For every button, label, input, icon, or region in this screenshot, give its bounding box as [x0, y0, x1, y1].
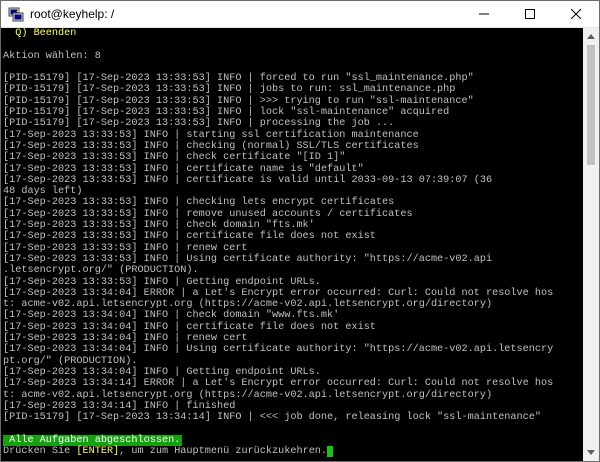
vertical-scrollbar[interactable]: [583, 28, 599, 461]
log-line: [17-Sep-2023 13:34:14] ERROR | a Let's E…: [3, 378, 583, 389]
log-line: [17-Sep-2023 13:33:53] INFO | check doma…: [3, 220, 583, 231]
log-line: [PID-15179] [17-Sep-2023 13:33:53] INFO …: [3, 107, 583, 118]
terminal-output[interactable]: Q) Beenden Aktion wählen: 8 [PID-15179] …: [1, 28, 583, 461]
log-line: [17-Sep-2023 13:33:53] INFO | renew cert: [3, 243, 583, 254]
log-line: [17-Sep-2023 13:34:14] INFO | finished: [3, 401, 583, 412]
footer-suffix: , um zum Hauptmenü zurückzukehren.: [119, 446, 327, 457]
menu-option-quit: Q) Beenden: [3, 28, 583, 39]
scroll-up-button[interactable]: [583, 28, 599, 45]
log-line: [17-Sep-2023 13:34:04] INFO | renew cert: [3, 333, 583, 344]
blank-line: [3, 62, 583, 73]
log-line: [17-Sep-2023 13:34:04] INFO | check doma…: [3, 310, 583, 321]
log-line: [17-Sep-2023 13:34:04] INFO | certificat…: [3, 322, 583, 333]
chevron-up-icon: [587, 34, 595, 39]
status-line: Alle Aufgaben abgeschlossen.: [3, 435, 583, 446]
scroll-thumb[interactable]: [587, 45, 595, 165]
log-line: [PID-15179] [17-Sep-2023 13:33:53] INFO …: [3, 84, 583, 95]
log-line: [17-Sep-2023 13:34:04] INFO | Getting en…: [3, 367, 583, 378]
log-line: [17-Sep-2023 13:33:53] INFO | check cert…: [3, 152, 583, 163]
action-prompt: Aktion wählen: 8: [3, 51, 583, 62]
log-line: .letsencrypt.org/" (PRODUCTION).: [3, 265, 583, 276]
log-line: [17-Sep-2023 13:33:53] INFO | remove unu…: [3, 209, 583, 220]
log-line: [17-Sep-2023 13:33:53] INFO | certificat…: [3, 175, 583, 186]
log-output: [PID-15179] [17-Sep-2023 13:33:53] INFO …: [3, 73, 583, 423]
minimize-button[interactable]: [461, 1, 507, 27]
log-line: [17-Sep-2023 13:33:53] INFO | checking (…: [3, 141, 583, 152]
log-line: pt.org/" (PRODUCTION).: [3, 356, 583, 367]
log-line: 48 days left): [3, 186, 583, 197]
log-line: [17-Sep-2023 13:33:53] INFO | Getting en…: [3, 277, 583, 288]
log-line: t: acme-v02.api.letsencrypt.org (https:/…: [3, 299, 583, 310]
text-cursor: [327, 446, 333, 457]
log-line: [17-Sep-2023 13:33:53] INFO | Using cert…: [3, 254, 583, 265]
log-line: [17-Sep-2023 13:34:04] INFO | Using cert…: [3, 344, 583, 355]
footer-prefix: Drücken Sie: [3, 446, 76, 457]
close-icon: [571, 9, 581, 19]
log-line: [17-Sep-2023 13:33:53] INFO | checking l…: [3, 197, 583, 208]
log-line: [PID-15179] [17-Sep-2023 13:33:53] INFO …: [3, 118, 583, 129]
maximize-button[interactable]: [507, 1, 553, 27]
window-title: root@keyhelp: /: [30, 7, 114, 21]
terminal-window: root@keyhelp: / Q) Beenden: [0, 0, 600, 462]
title-bar[interactable]: root@keyhelp: /: [1, 1, 599, 28]
blank-line: [3, 39, 583, 50]
close-button[interactable]: [553, 1, 599, 27]
scroll-down-button[interactable]: [583, 444, 599, 461]
log-line: t: acme-v02.api.letsencrypt.org (https:/…: [3, 390, 583, 401]
chevron-down-icon: [587, 450, 595, 455]
log-line: [PID-15179] [17-Sep-2023 13:34:14] INFO …: [3, 412, 583, 423]
footer-line: Drücken Sie [ENTER], um zum Hauptmenü zu…: [3, 446, 583, 457]
window-controls: [461, 1, 599, 27]
log-line: [PID-15179] [17-Sep-2023 13:33:53] INFO …: [3, 73, 583, 84]
status-message: Alle Aufgaben abgeschlossen.: [3, 435, 182, 446]
log-line: [17-Sep-2023 13:33:53] INFO | certificat…: [3, 231, 583, 242]
minimize-icon: [479, 9, 489, 19]
putty-icon: [8, 6, 24, 22]
footer-key: [ENTER]: [76, 446, 119, 457]
log-line: [17-Sep-2023 13:33:53] INFO | certificat…: [3, 164, 583, 175]
maximize-icon: [525, 9, 535, 19]
log-line: [17-Sep-2023 13:33:53] INFO | starting s…: [3, 130, 583, 141]
log-line: [17-Sep-2023 13:34:04] ERROR | a Let's E…: [3, 288, 583, 299]
log-line: [PID-15179] [17-Sep-2023 13:33:53] INFO …: [3, 96, 583, 107]
blank-line: [3, 423, 583, 434]
